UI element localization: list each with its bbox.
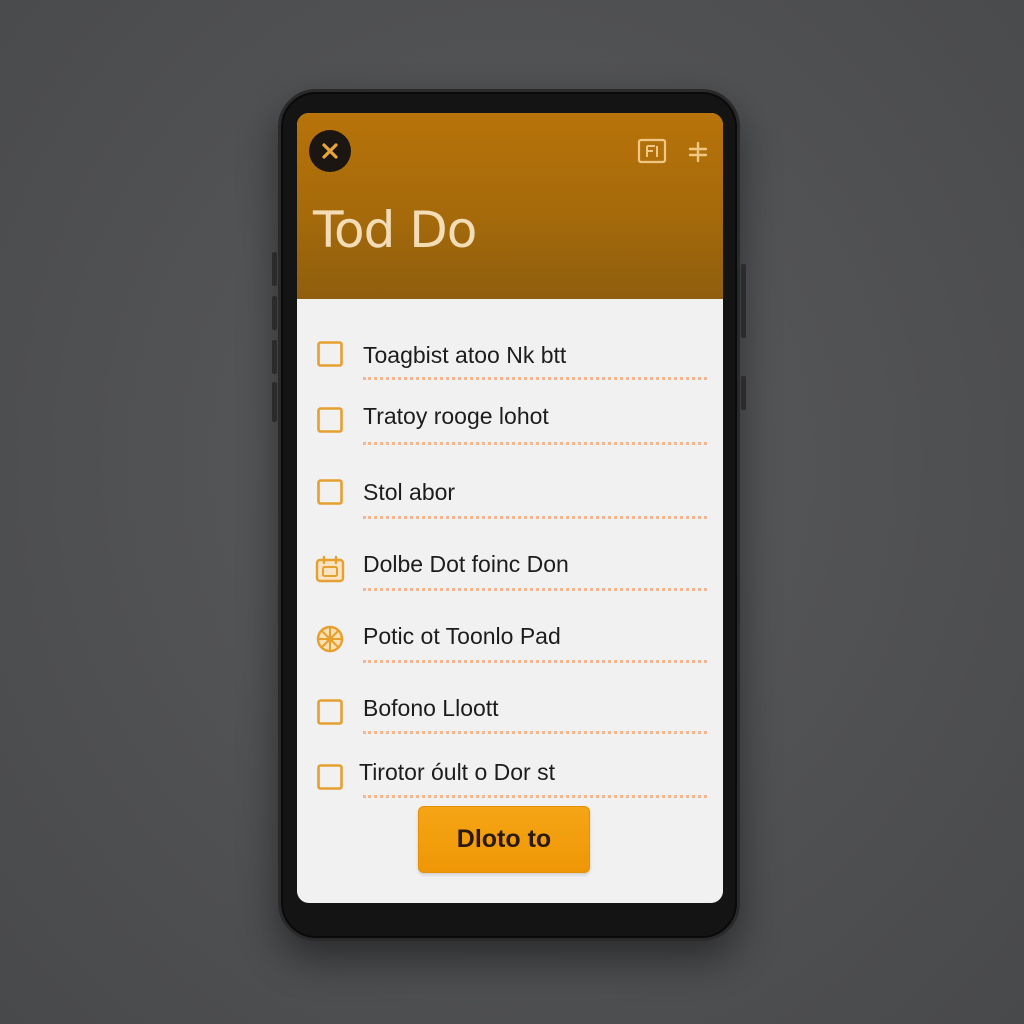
close-icon bbox=[322, 143, 338, 159]
plus-icon bbox=[688, 141, 708, 163]
page-title: Tod Do bbox=[313, 201, 477, 259]
checkbox-icon[interactable] bbox=[317, 407, 343, 433]
divider bbox=[363, 660, 707, 663]
divider bbox=[363, 795, 707, 798]
task-item[interactable]: Tirotor óult o Dor st bbox=[297, 747, 723, 798]
task-item[interactable]: Bofono Lloott bbox=[297, 683, 723, 734]
phone-frame: Tod Do Toagbist atoo Nk btt Tratoy rooge… bbox=[272, 89, 746, 941]
side-button-silent bbox=[272, 340, 277, 374]
background: Tod Do Toagbist atoo Nk btt Tratoy rooge… bbox=[0, 0, 1024, 1024]
task-label: Potic ot Toonlo Pad bbox=[363, 623, 561, 649]
note-icon bbox=[637, 138, 667, 164]
side-button-lock bbox=[741, 376, 746, 410]
side-button-power bbox=[741, 264, 746, 338]
divider bbox=[363, 731, 707, 734]
task-item[interactable]: Stol abor bbox=[297, 465, 723, 519]
task-label: Toagbist atoo Nk btt bbox=[363, 342, 567, 368]
task-label: Bofono Lloott bbox=[363, 695, 499, 721]
checkbox-icon[interactable] bbox=[317, 699, 343, 725]
checkbox-icon[interactable] bbox=[317, 764, 343, 790]
app-header: Tod Do bbox=[297, 113, 723, 299]
task-item[interactable]: Dolbe Dot foinc Don bbox=[297, 537, 723, 591]
divider bbox=[363, 442, 707, 445]
pizza-icon[interactable] bbox=[316, 625, 344, 653]
primary-action-button[interactable]: Dloto to bbox=[418, 806, 590, 873]
task-label: Tratoy rooge lohot bbox=[363, 403, 549, 429]
side-button-volume-up bbox=[272, 252, 277, 286]
app-screen: Tod Do Toagbist atoo Nk btt Tratoy rooge… bbox=[297, 113, 723, 903]
close-button[interactable] bbox=[309, 130, 351, 172]
add-button[interactable] bbox=[687, 141, 709, 168]
task-item[interactable]: Tratoy rooge lohot bbox=[297, 393, 723, 445]
side-button-volume-down bbox=[272, 296, 277, 330]
task-item[interactable]: Potic ot Toonlo Pad bbox=[297, 609, 723, 663]
calendar-icon[interactable] bbox=[315, 555, 345, 583]
side-button-extra bbox=[272, 382, 277, 422]
checkbox-icon[interactable] bbox=[317, 341, 343, 367]
divider bbox=[363, 588, 707, 591]
divider bbox=[363, 516, 707, 519]
task-label: Dolbe Dot foinc Don bbox=[363, 551, 569, 577]
note-button[interactable] bbox=[637, 138, 667, 169]
divider bbox=[363, 377, 707, 380]
task-item[interactable]: Toagbist atoo Nk btt bbox=[297, 329, 723, 380]
checkbox-icon[interactable] bbox=[317, 479, 343, 505]
task-label: Stol abor bbox=[363, 479, 456, 505]
task-label: Tirotor óult o Dor st bbox=[359, 759, 555, 785]
